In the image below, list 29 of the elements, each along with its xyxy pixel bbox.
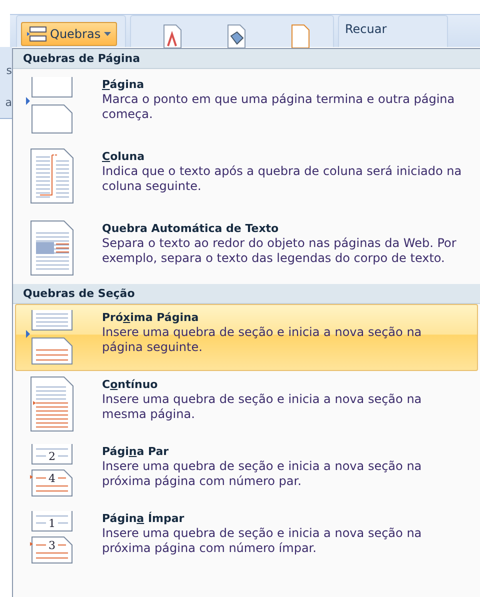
menu-item[interactable]: 1 3 Página Ímpar Insere uma quebra de seção e inicia a nova seção na próxima página com número ímpar. [15,505,478,572]
menu-item[interactable]: 2 4 Página Par Insere uma quebra de seção e inicia a nova seção na próxima página com número par. [15,438,478,505]
item-description: Indica que o texto após a quebra de coluna será iniciado na coluna seguinte. [102,164,463,194]
menu-item[interactable]: Coluna Indica que o texto após a quebra de coluna será iniciado na coluna seguinte. [15,140,478,212]
page-breaks-icon [27,26,47,42]
item-title: Página [102,77,146,92]
item-title: Página Ímpar [102,511,186,526]
menu-item[interactable]: Próxima Página Insere uma quebra de seção e inicia a nova seção na página seguinte. [15,304,478,371]
menu-item[interactable]: Contínuo Insere uma quebra de seção e inicia a nova seção na mesma página. [15,371,478,438]
item-description: Insere uma quebra de seção e inicia a nova seção na página seguinte. [102,325,423,355]
item-title: Coluna [102,149,146,164]
ribbon-label-fragment: s [6,65,12,77]
item-title: Contínuo [102,377,159,392]
item-description: Insere uma quebra de seção e inicia a nova seção na próxima página com número par. [102,459,423,489]
section-header: Quebras de Página [13,49,480,69]
item-description: Marca o ponto em que uma página termina e outra página começa. [102,92,456,122]
menu-item[interactable]: Quebra Automática de Texto Separa o texto ao redor do objeto nas páginas da Web. Por exemplo, separa o texto das legendas do corpo de texto. [15,212,478,284]
item-title: Quebra Automática de Texto [102,221,280,236]
item-description: Separa o texto ao redor do objeto nas páginas da Web. Por exemplo, separa o texto das legendas do corpo de texto. [102,236,458,266]
item-description: Insere uma quebra de seção e inicia a nova seção na mesma página. [102,392,423,422]
ribbon-label-fragment: a [5,97,12,109]
breaks-button[interactable]: Quebras [21,22,117,46]
item-title: Próxima Página [102,310,200,325]
item-title: Página Par [102,444,170,459]
section-header: Quebras de Seção [13,284,480,304]
menu-item[interactable]: Página Marca o ponto em que uma página termina e outra página começa. [15,69,478,140]
dropdown-caret-icon [104,32,111,36]
item-description: Insere uma quebra de seção e inicia a nova seção na próxima página com número ímpar. [102,526,423,556]
indent-label: Recuar [345,22,387,36]
